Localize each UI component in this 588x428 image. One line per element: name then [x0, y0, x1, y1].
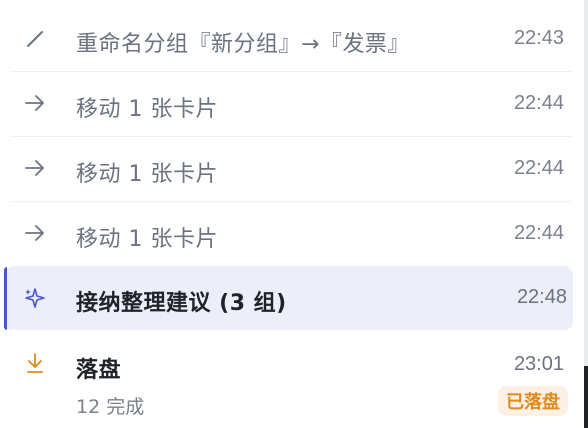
history-item-time: 22:48 — [516, 286, 567, 308]
arrow-right-icon — [24, 157, 46, 179]
history-item-label: 落盘 — [76, 358, 122, 383]
status-badge: 已落盘 — [498, 386, 568, 416]
history-item-move[interactable]: 移动 1 张卡片 22:44 — [10, 72, 572, 137]
history-item-move[interactable]: 移动 1 张卡片 22:44 — [10, 202, 572, 267]
selection-accent-bar — [4, 267, 7, 330]
history-item-label: 重命名分组『新分组』→『发票』 — [76, 32, 410, 57]
history-item-label: 移动 1 张卡片 — [76, 162, 218, 187]
history-item-rename[interactable]: 重命名分组『新分组』→『发票』 22:43 — [10, 6, 572, 72]
history-item-subtitle: 12 完成 — [76, 396, 145, 418]
history-item-accept-suggestion[interactable]: 接纳整理建议 (3 组) 22:48 — [4, 267, 573, 330]
sparkle-icon — [24, 287, 46, 309]
history-item-time: 22:44 — [513, 157, 564, 179]
arrow-right-icon — [24, 92, 46, 114]
history-item-label: 接纳整理建议 (3 组) — [76, 291, 287, 316]
arrow-right-icon — [24, 222, 46, 244]
pencil-icon — [24, 28, 46, 50]
window-edge — [584, 366, 588, 428]
history-item-time: 22:43 — [513, 27, 564, 49]
history-item-label: 移动 1 张卡片 — [76, 227, 218, 252]
download-icon — [24, 352, 46, 374]
history-item-time: 23:01 — [513, 353, 564, 375]
history-item-move[interactable]: 移动 1 张卡片 22:44 — [10, 137, 572, 202]
scrollbar-track[interactable] — [584, 0, 588, 428]
history-item-label: 移动 1 张卡片 — [76, 97, 218, 122]
history-item-save[interactable]: 落盘 23:01 12 完成 已落盘 — [10, 336, 572, 428]
history-item-time: 22:44 — [513, 92, 564, 114]
history-item-time: 22:44 — [513, 222, 564, 244]
